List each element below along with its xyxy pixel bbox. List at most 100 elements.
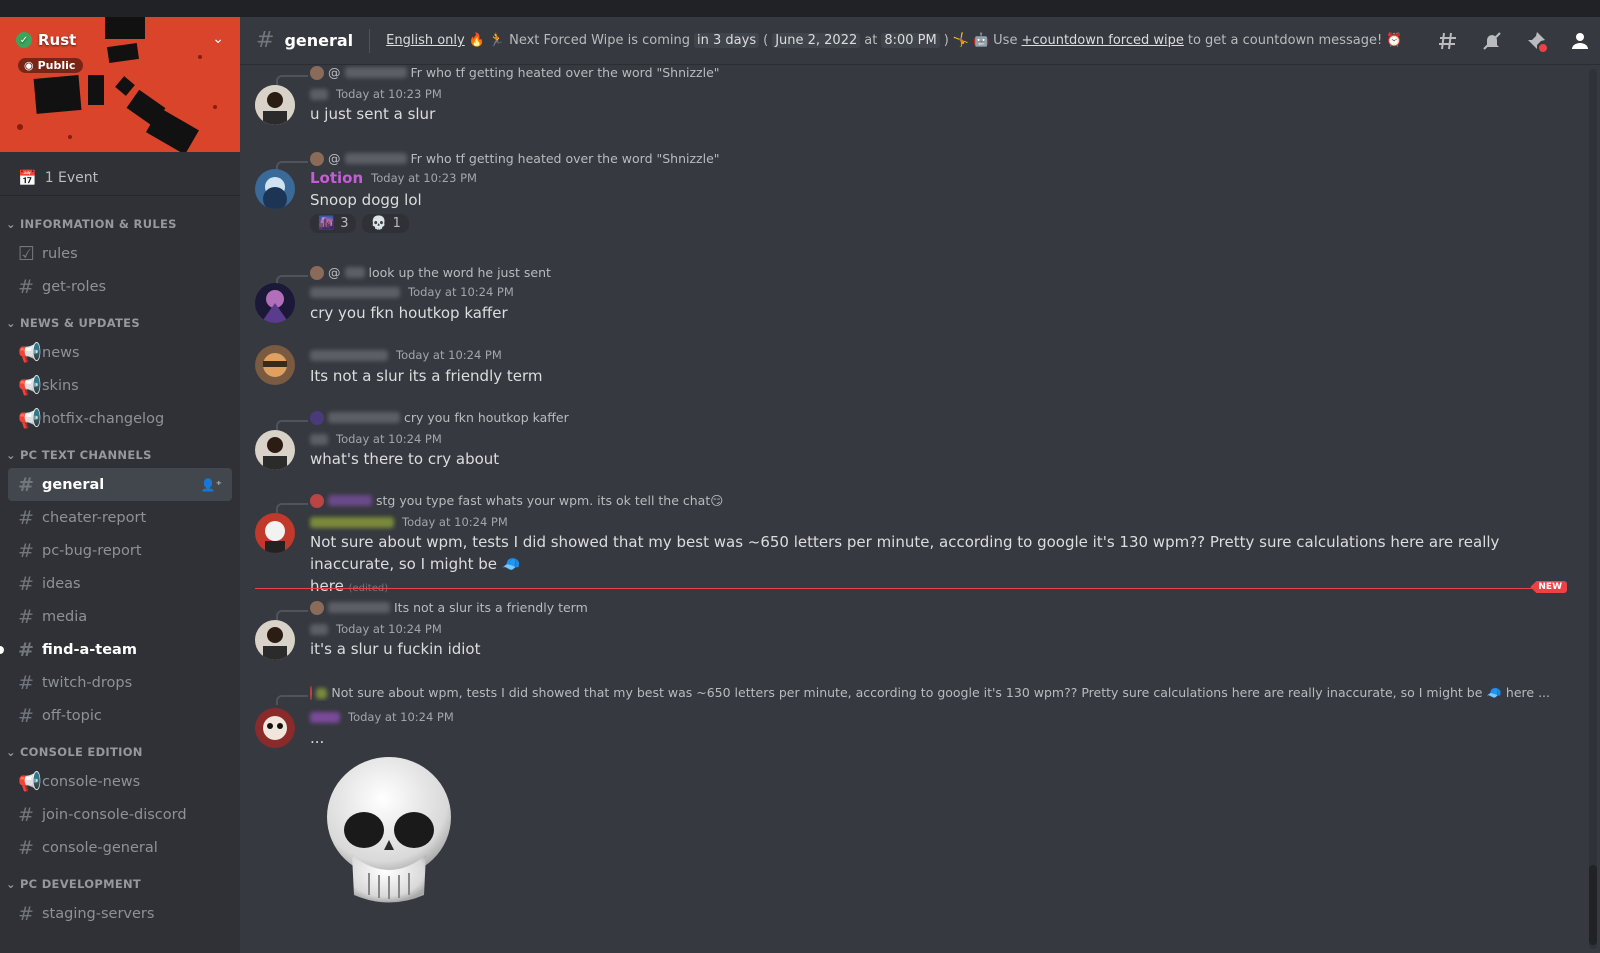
hash-icon: # bbox=[18, 671, 34, 694]
message[interactable]: stg you type fast whats your wpm. its ok… bbox=[240, 493, 1570, 595]
category-information-rules[interactable]: ⌄ INFORMATION & RULES bbox=[0, 204, 240, 237]
member-list-icon[interactable] bbox=[1568, 29, 1592, 53]
reply-preview[interactable]: stg you type fast whats your wpm. its ok… bbox=[310, 493, 723, 508]
topic-close-paren: ) bbox=[943, 33, 949, 48]
hash-icon: # bbox=[256, 28, 275, 53]
category-console-edition[interactable]: ⌄ CONSOLE EDITION bbox=[0, 732, 240, 765]
redacted-name bbox=[344, 267, 365, 278]
avatar[interactable] bbox=[255, 513, 295, 553]
message[interactable]: cry you fkn houtkop kaffer Today at 10:2… bbox=[240, 410, 1570, 470]
message-meta: Lotion Today at 10:23 PM bbox=[310, 169, 477, 187]
redacted-name bbox=[310, 349, 388, 361]
rules-icon: ☑ bbox=[18, 242, 36, 265]
channel-label: general bbox=[42, 476, 105, 493]
redacted-name bbox=[344, 153, 407, 164]
channel-off-topic[interactable]: # off-topic bbox=[8, 699, 232, 732]
channel-topic[interactable]: English only 🔥 🏃 Next Forced Wipe is com… bbox=[386, 33, 1402, 48]
redacted-name bbox=[328, 495, 372, 506]
scroll-thumb[interactable] bbox=[1589, 865, 1597, 945]
channel-hotfix-changelog[interactable]: 📢 hotfix-changelog bbox=[8, 402, 232, 435]
add-member-icon[interactable]: 👤⁺ bbox=[201, 478, 222, 492]
redacted-name bbox=[310, 88, 328, 100]
server-banner[interactable]: ✓ Rust ⌄ ◉ Public bbox=[0, 17, 240, 152]
message-text-continued: here bbox=[310, 577, 344, 595]
header-toolbar bbox=[1436, 17, 1600, 65]
message[interactable]: Its not a slur its a friendly term Today… bbox=[240, 600, 1570, 660]
channel-twitch-drops[interactable]: # twitch-drops bbox=[8, 666, 232, 699]
avatar[interactable] bbox=[255, 708, 295, 748]
channel-skins[interactable]: 📢 skins bbox=[8, 369, 232, 402]
reply-preview[interactable]: @ Fr who tf getting heated over the word… bbox=[310, 65, 720, 80]
reaction[interactable]: 💀 1 bbox=[362, 214, 409, 233]
category-pc-development[interactable]: ⌄ PC DEVELOPMENT bbox=[0, 864, 240, 897]
avatar[interactable] bbox=[255, 430, 295, 470]
timestamp: Today at 10:24 PM bbox=[348, 710, 454, 724]
skull-icon bbox=[327, 757, 451, 903]
channel-label: join-console-discord bbox=[42, 806, 187, 823]
avatar[interactable] bbox=[255, 169, 295, 209]
channel-label: console-general bbox=[42, 839, 158, 856]
reaction[interactable]: 🌆 3 bbox=[310, 214, 357, 233]
message[interactable]: Today at 10:24 PM Its not a slur its a f… bbox=[240, 345, 1570, 395]
message[interactable]: Not sure about wpm, tests I did showed t… bbox=[240, 685, 1570, 953]
channel-find-a-team[interactable]: # find-a-team bbox=[0, 633, 232, 666]
scrollbar[interactable] bbox=[1585, 65, 1600, 953]
message[interactable]: @ look up the word he just sent Today at… bbox=[240, 265, 1570, 325]
topic-date: June 2, 2022 bbox=[772, 33, 861, 48]
channel-join-console-discord[interactable]: # join-console-discord bbox=[8, 798, 232, 831]
reply-preview[interactable]: Not sure about wpm, tests I did showed t… bbox=[310, 685, 1550, 701]
channel-console-news[interactable]: 📢 console-news bbox=[8, 765, 232, 798]
threads-icon[interactable] bbox=[1436, 29, 1460, 53]
reply-spine bbox=[276, 610, 308, 620]
author-name[interactable]: Lotion bbox=[310, 169, 363, 187]
channel-label: hotfix-changelog bbox=[42, 410, 165, 427]
reply-mention: @ bbox=[328, 265, 341, 280]
topic-command[interactable]: +countdown forced wipe bbox=[1021, 33, 1183, 48]
chevron-down-icon: ⌄ bbox=[6, 216, 16, 231]
channel-console-general[interactable]: # console-general bbox=[8, 831, 232, 864]
message-text: Snoop dogg lol bbox=[310, 191, 422, 209]
message[interactable]: @ Fr who tf getting heated over the word… bbox=[240, 65, 1570, 139]
topic-countdown: in 3 days bbox=[694, 33, 760, 48]
avatar[interactable] bbox=[255, 283, 295, 323]
channel-media[interactable]: # media bbox=[8, 600, 232, 633]
topic-english-only: English only bbox=[386, 33, 465, 48]
megaphone-icon: 📢 bbox=[18, 771, 42, 793]
channel-general[interactable]: # general 👤⁺ bbox=[8, 468, 232, 501]
category-pc-text-channels[interactable]: ⌄ PC TEXT CHANNELS bbox=[0, 435, 240, 468]
reply-spine bbox=[276, 75, 308, 85]
timestamp: Today at 10:24 PM bbox=[336, 622, 442, 636]
channel-ideas[interactable]: # ideas bbox=[8, 567, 232, 600]
mute-bell-icon[interactable] bbox=[1480, 29, 1504, 53]
channel-label: pc-bug-report bbox=[42, 542, 142, 559]
channel-get-roles[interactable]: # get-roles bbox=[8, 270, 232, 303]
topic-use: Use bbox=[993, 33, 1018, 48]
redacted-name bbox=[344, 67, 407, 78]
reply-spine bbox=[276, 695, 308, 705]
avatar[interactable] bbox=[255, 620, 295, 660]
reply-preview[interactable]: Its not a slur its a friendly term bbox=[310, 600, 588, 615]
reply-mention: @ bbox=[328, 151, 341, 166]
events-row[interactable]: 📅 1 Event bbox=[0, 160, 240, 196]
channel-rules[interactable]: ☑ rules bbox=[8, 237, 232, 270]
channel-news[interactable]: 📢 news bbox=[8, 336, 232, 369]
message-list[interactable]: @ Fr who tf getting heated over the word… bbox=[240, 65, 1585, 953]
hash-icon: # bbox=[18, 473, 34, 496]
channel-staging-servers[interactable]: # staging-servers bbox=[8, 897, 232, 930]
reply-preview[interactable]: @ Fr who tf getting heated over the word… bbox=[310, 151, 720, 166]
avatar[interactable] bbox=[255, 345, 295, 385]
reply-preview[interactable]: @ look up the word he just sent bbox=[310, 265, 551, 280]
reply-preview[interactable]: cry you fkn houtkop kaffer bbox=[310, 410, 569, 425]
topic-at: at bbox=[864, 33, 878, 48]
channel-pc-bug-report[interactable]: # pc-bug-report bbox=[8, 534, 232, 567]
avatar bbox=[310, 65, 324, 80]
category-news-updates[interactable]: ⌄ NEWS & UPDATES bbox=[0, 303, 240, 336]
avatar[interactable] bbox=[255, 85, 295, 125]
reply-text: stg you type fast whats your wpm. its ok… bbox=[376, 493, 724, 508]
channel-cheater-report[interactable]: # cheater-report bbox=[8, 501, 232, 534]
hash-icon: # bbox=[18, 572, 34, 595]
chevron-down-icon[interactable]: ⌄ bbox=[212, 31, 224, 47]
message[interactable]: @ Fr who tf getting heated over the word… bbox=[240, 151, 1570, 241]
pin-icon[interactable] bbox=[1524, 29, 1548, 53]
redacted-name bbox=[310, 516, 394, 528]
